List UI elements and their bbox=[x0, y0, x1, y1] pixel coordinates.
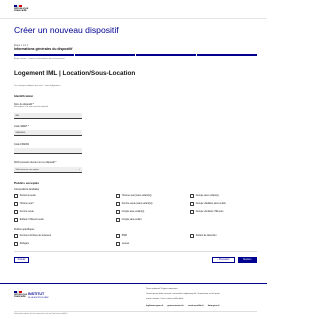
stepper-bar bbox=[14, 54, 257, 56]
checkbox-composition-8[interactable]: Groupe d'enfants / Mineurs bbox=[190, 210, 223, 214]
checkbox-composition-3[interactable]: Homme seul * bbox=[14, 202, 34, 206]
checkbox-label: Jeunes bbox=[121, 242, 130, 245]
cancel-button[interactable]: Annuler bbox=[14, 257, 29, 263]
checkbox-label: Personne seule bbox=[19, 194, 36, 197]
checkbox-composition-5[interactable]: Groupe d'adultes sans enfant bbox=[190, 202, 226, 206]
checkbox[interactable] bbox=[14, 234, 18, 238]
public-section-title: Publics acceptés bbox=[14, 181, 40, 185]
footer-operator-logo[interactable]: INSTITUT DE LA GESTION DU PARC bbox=[28, 292, 49, 299]
checkbox[interactable] bbox=[14, 218, 18, 222]
checkbox-composition-6[interactable]: Femme seule bbox=[14, 210, 34, 214]
siao-select-value: Sélectionnez une option bbox=[15, 168, 39, 171]
page-title: Créer un nouveau dispositif bbox=[14, 25, 119, 35]
checkbox-label: Femme seule bbox=[19, 210, 34, 213]
footer-divider bbox=[14, 311, 257, 312]
next-button-label: Suivant bbox=[242, 259, 251, 261]
checkbox-label: Femme seule (sans enfant(s)) bbox=[121, 202, 153, 205]
stepper-segment-2 bbox=[75, 54, 135, 56]
previous-button-label: Précédent bbox=[218, 259, 230, 261]
checkbox-label: Réfugiés bbox=[19, 242, 29, 245]
checkbox[interactable] bbox=[14, 242, 18, 246]
footer-license-text: Sauf mention contraire, tous les contenu… bbox=[14, 314, 68, 315]
republic-flag-logo[interactable] bbox=[14, 5, 23, 7]
checkbox-composition-2[interactable]: Groupe avec enfant(s) bbox=[190, 194, 219, 198]
checkbox[interactable] bbox=[14, 194, 18, 198]
footer-logo-subtitle: DE LA GESTION DU PARC bbox=[28, 296, 49, 299]
name-input[interactable]: IML bbox=[14, 113, 82, 119]
name-hint: Renseignez ici le nom usuel du dispositi… bbox=[14, 106, 49, 108]
checkbox-label: PMR bbox=[121, 234, 127, 237]
checkbox[interactable] bbox=[190, 210, 194, 214]
identification-section-title: Identification bbox=[14, 94, 34, 98]
footer-link-legifrance[interactable]: legifrance.gouv.fr bbox=[146, 305, 163, 307]
stepper-segment-1 bbox=[14, 54, 74, 56]
siao-select[interactable]: Sélectionnez une option ⌄ bbox=[14, 167, 82, 173]
checkbox-label: Enfants / Mineurs seuls bbox=[19, 218, 44, 221]
checkbox-label: Groupe d'adultes sans enfant bbox=[195, 202, 226, 205]
footer-text-line-3: auctor semper. Cras si amet mollis dolor… bbox=[146, 298, 184, 300]
checkbox-label: Homme seul (sans enfant(s)) bbox=[121, 194, 152, 197]
step-title: Informations générales du dispositif bbox=[14, 47, 73, 51]
checkbox[interactable] bbox=[116, 242, 120, 246]
stepper-segment-3 bbox=[136, 54, 196, 56]
checkbox-specific-4[interactable]: Jeunes bbox=[116, 242, 129, 246]
checkbox-label: Groupe d'enfants / Mineurs bbox=[195, 210, 224, 213]
siret-label: Code SIRET * bbox=[14, 125, 29, 128]
form-title: Logement IML | Location/Sous-Location bbox=[14, 70, 136, 77]
footer-link-service-public[interactable]: service-public.fr bbox=[188, 305, 204, 307]
previous-button[interactable]: ‹ Précédent bbox=[212, 257, 235, 263]
checkbox[interactable] bbox=[190, 202, 194, 206]
checkbox-label: Couple sans enfant bbox=[121, 218, 142, 221]
siao-label: SIAO pouvant orienter sur ce dispositif … bbox=[14, 161, 57, 164]
footer-link-gouvernement[interactable]: gouvernement.fr bbox=[167, 305, 183, 307]
checkbox[interactable] bbox=[116, 210, 120, 214]
republic-label: RÉPUBLIQUE FRANÇAISE bbox=[14, 8, 29, 13]
checkbox[interactable] bbox=[116, 218, 120, 222]
checkbox[interactable] bbox=[116, 202, 120, 206]
divider bbox=[14, 251, 257, 252]
footer-text-line-1: Texte optionnel 3 lignes maximum. bbox=[146, 288, 178, 290]
checkbox-composition-10[interactable]: Couple sans enfant bbox=[116, 218, 142, 222]
flag-red bbox=[19, 291, 23, 293]
chevron-down-icon: ⌄ bbox=[78, 168, 81, 172]
checkbox[interactable] bbox=[190, 234, 194, 238]
checkbox[interactable] bbox=[116, 194, 120, 198]
finess-input[interactable] bbox=[14, 148, 82, 154]
checkbox-composition-7[interactable]: Couple avec enfant(s) bbox=[116, 210, 144, 214]
next-step-label: Étape suivante : Contacts et information… bbox=[14, 58, 65, 60]
next-button[interactable]: Suivant › bbox=[238, 257, 257, 263]
checkbox-specific-2[interactable]: Sortant de détention bbox=[190, 234, 217, 238]
checkbox-label: Homme seul * bbox=[19, 202, 35, 205]
footer-link-data-gouv[interactable]: data.gouv.fr bbox=[208, 305, 220, 307]
specific-label: Publics spécifiques bbox=[14, 228, 35, 231]
checkbox-label: Sortant de détention bbox=[195, 234, 217, 237]
footer-logo-title: INSTITUT bbox=[28, 292, 45, 296]
checkbox[interactable] bbox=[14, 210, 18, 214]
checkbox-label: Femmes victimes de violences bbox=[19, 234, 52, 237]
footer-links: legifrance.gouv.fr gouvernement.fr servi… bbox=[146, 305, 220, 307]
composition-label: Compositions familiales bbox=[14, 188, 40, 191]
checkbox[interactable] bbox=[14, 202, 18, 206]
checkbox-specific-0[interactable]: Femmes victimes de violences bbox=[14, 234, 51, 238]
checkbox-label: Groupe avec enfant(s) bbox=[195, 194, 219, 197]
checkbox-specific-3[interactable]: Réfugiés bbox=[14, 242, 29, 246]
required-note: Les champs indiqués par une * sont oblig… bbox=[14, 85, 61, 87]
checkbox[interactable] bbox=[190, 194, 194, 198]
stepper-segment-4 bbox=[197, 54, 257, 56]
checkbox-composition-9[interactable]: Enfants / Mineurs seuls bbox=[14, 218, 44, 222]
flag-red bbox=[19, 5, 23, 7]
site-header bbox=[0, 0, 267, 19]
siret-input[interactable]: 26540000 bbox=[14, 130, 82, 136]
footer-text-line-2: Lorem ipsum dolor sit amet, consectetur … bbox=[146, 293, 220, 295]
checkbox[interactable] bbox=[116, 234, 120, 238]
checkbox-label: Couple avec enfant(s) bbox=[121, 210, 145, 213]
checkbox-composition-4[interactable]: Femme seule (sans enfant(s)) bbox=[116, 202, 152, 206]
checkbox-specific-1[interactable]: PMR bbox=[116, 234, 127, 238]
finess-label: Code FINESS bbox=[14, 143, 30, 146]
checkbox-composition-1[interactable]: Homme seul (sans enfant(s)) bbox=[116, 194, 151, 198]
footer-flag-logo[interactable] bbox=[14, 291, 23, 293]
checkbox-composition-0[interactable]: Personne seule bbox=[14, 194, 36, 198]
chevron-right-icon: › bbox=[250, 259, 253, 261]
